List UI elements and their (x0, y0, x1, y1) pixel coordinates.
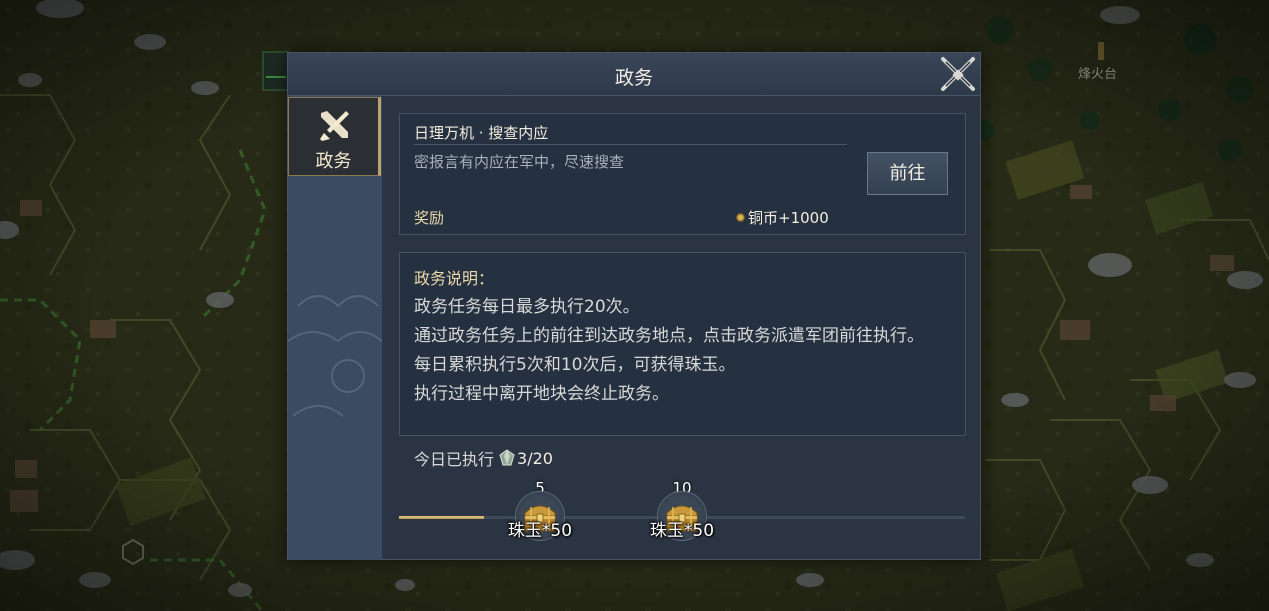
reward-value: 铜币+1000 (748, 209, 829, 227)
copper-coin-icon (736, 213, 745, 222)
task-title: 日理万机 · 搜查内应 (414, 124, 549, 142)
description-lines: 政务任务每日最多执行20次。 通过政务任务上的前往到达政务地点，点击政务派遣军团… (414, 293, 954, 409)
today-executed-count: 3/20 (517, 448, 553, 468)
description-line: 执行过程中离开地块会终止政务。 (414, 384, 669, 404)
description-line: 通过政务任务上的前往到达政务地点，点击政务派遣军团前往执行。 (414, 326, 924, 346)
affairs-description-box: 政务说明： 政务任务每日最多执行20次。 通过政务任务上的前往到达政务地点，点击… (399, 252, 966, 436)
today-executed-row: 今日已执行 3/20 (414, 446, 553, 470)
today-executed-label: 今日已执行 (414, 450, 495, 469)
sidebar-tabs: 政务 (288, 96, 382, 560)
description-line: 每日累积执行5次和10次后，可获得珠玉。 (414, 355, 736, 375)
milestone-reward-label: 珠玉*50 (507, 521, 573, 541)
daily-progress-fill (399, 516, 484, 519)
reward-value-row: 铜币+1000 (736, 207, 829, 228)
close-button[interactable] (936, 53, 980, 97)
go-button[interactable]: 前往 (867, 152, 948, 195)
milestone-reward-5[interactable]: 5 珠玉*50 (495, 479, 585, 545)
affairs-brush-scroll-icon (320, 111, 349, 141)
task-title-divider (414, 144, 847, 145)
dialog-title: 政务 (614, 67, 653, 89)
gem-icon (499, 449, 515, 466)
milestone-reward-label: 珠玉*50 (649, 521, 715, 541)
tab-affairs-label: 政务 (315, 151, 352, 172)
affairs-dialog: 政务 政务 日理万机 · 搜查内应 密报言有内应在军中，尽速搜查 前往 奖励 铜… (287, 52, 981, 560)
milestone-reward-10[interactable]: 10 珠玉*50 (637, 479, 727, 545)
reward-label: 奖励 (414, 209, 445, 227)
map-place-label[interactable]: 烽火台 (1078, 63, 1117, 82)
close-crossed-swords-icon (941, 57, 975, 91)
tab-affairs[interactable]: 政务 (288, 97, 381, 176)
description-heading: 政务说明： (414, 269, 495, 288)
task-card: 日理万机 · 搜查内应 密报言有内应在军中，尽速搜查 前往 奖励 铜币+1000 (399, 113, 966, 235)
dialog-title-bar: 政务 (288, 53, 980, 96)
description-line: 政务任务每日最多执行20次。 (414, 297, 640, 317)
task-description: 密报言有内应在军中，尽速搜查 (414, 153, 625, 171)
